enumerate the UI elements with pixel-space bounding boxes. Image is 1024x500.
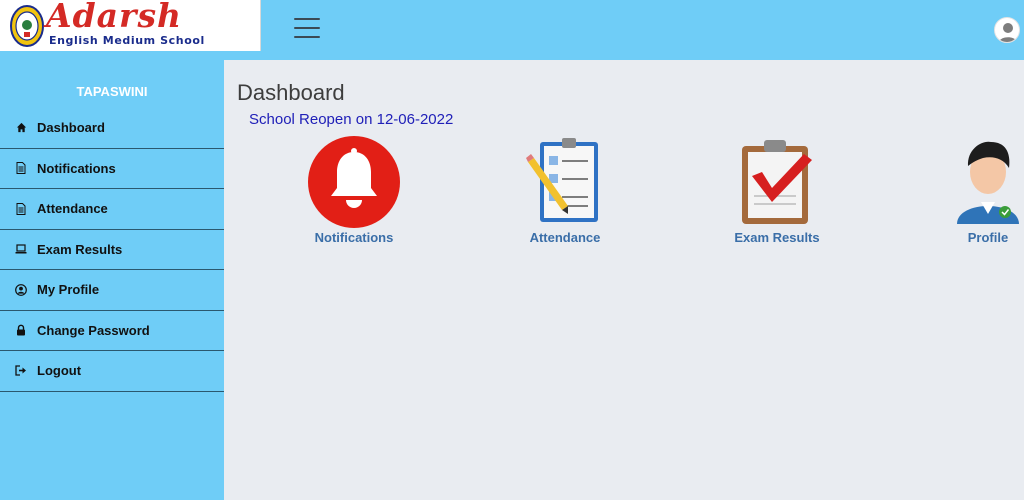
lock-icon (15, 324, 27, 336)
document-icon (15, 162, 27, 175)
sidebar: TAPASWINI Dashboard Notifications Attend… (0, 60, 224, 500)
sidebar-item-change-password[interactable]: Change Password (0, 311, 224, 351)
user-avatar[interactable] (994, 17, 1020, 43)
top-bar: Adarsh English Medium School (0, 0, 1024, 60)
laptop-icon (15, 243, 27, 255)
tile-profile[interactable]: Profile (913, 136, 1024, 245)
tile-exam-results[interactable]: Exam Results (702, 136, 852, 245)
user-circle-icon (15, 283, 27, 296)
logo-title: Adarsh (46, 0, 183, 35)
logo-subtitle: English Medium School (49, 34, 205, 47)
school-logo[interactable]: Adarsh English Medium School (0, 0, 261, 51)
tile-notifications[interactable]: Notifications (279, 136, 429, 245)
sidebar-menu: Dashboard Notifications Attendance Exam … (0, 108, 224, 392)
sidebar-item-label: Logout (37, 363, 82, 379)
logout-icon (15, 365, 27, 377)
sidebar-item-label: My Profile (37, 282, 100, 298)
sidebar-item-label: Change Password (37, 322, 150, 338)
tile-label: Exam Results (734, 230, 820, 245)
sidebar-user-name: TAPASWINI (76, 84, 148, 99)
clipboard-list-icon (526, 138, 598, 222)
sidebar-item-my-profile[interactable]: My Profile (0, 270, 224, 311)
sidebar-item-label: Notifications (37, 160, 116, 176)
announcement-text: School Reopen on 12-06-2022 (249, 111, 454, 128)
sidebar-item-exam-results[interactable]: Exam Results (0, 230, 224, 270)
menu-toggle-icon[interactable] (294, 18, 320, 40)
sidebar-item-attendance[interactable]: Attendance (0, 189, 224, 230)
document-icon (15, 202, 27, 215)
bell-icon (308, 136, 400, 228)
school-seal-icon (10, 5, 44, 47)
tile-attendance[interactable]: Attendance (490, 136, 640, 245)
page-title: Dashboard (237, 80, 345, 105)
tile-label: Notifications (314, 230, 394, 245)
sidebar-item-label: Dashboard (37, 120, 105, 136)
sidebar-item-label: Attendance (37, 201, 108, 217)
tile-label: Profile (967, 230, 1009, 245)
sidebar-item-notifications[interactable]: Notifications (0, 149, 224, 189)
avatar-icon (998, 23, 1018, 42)
profile-icon (957, 141, 1019, 224)
sidebar-item-logout[interactable]: Logout (0, 351, 224, 392)
sidebar-item-label: Exam Results (37, 241, 123, 257)
tile-label: Attendance (529, 230, 601, 245)
sidebar-item-dashboard[interactable]: Dashboard (0, 108, 224, 149)
clipboard-check-icon (742, 140, 812, 224)
home-icon (15, 122, 27, 134)
